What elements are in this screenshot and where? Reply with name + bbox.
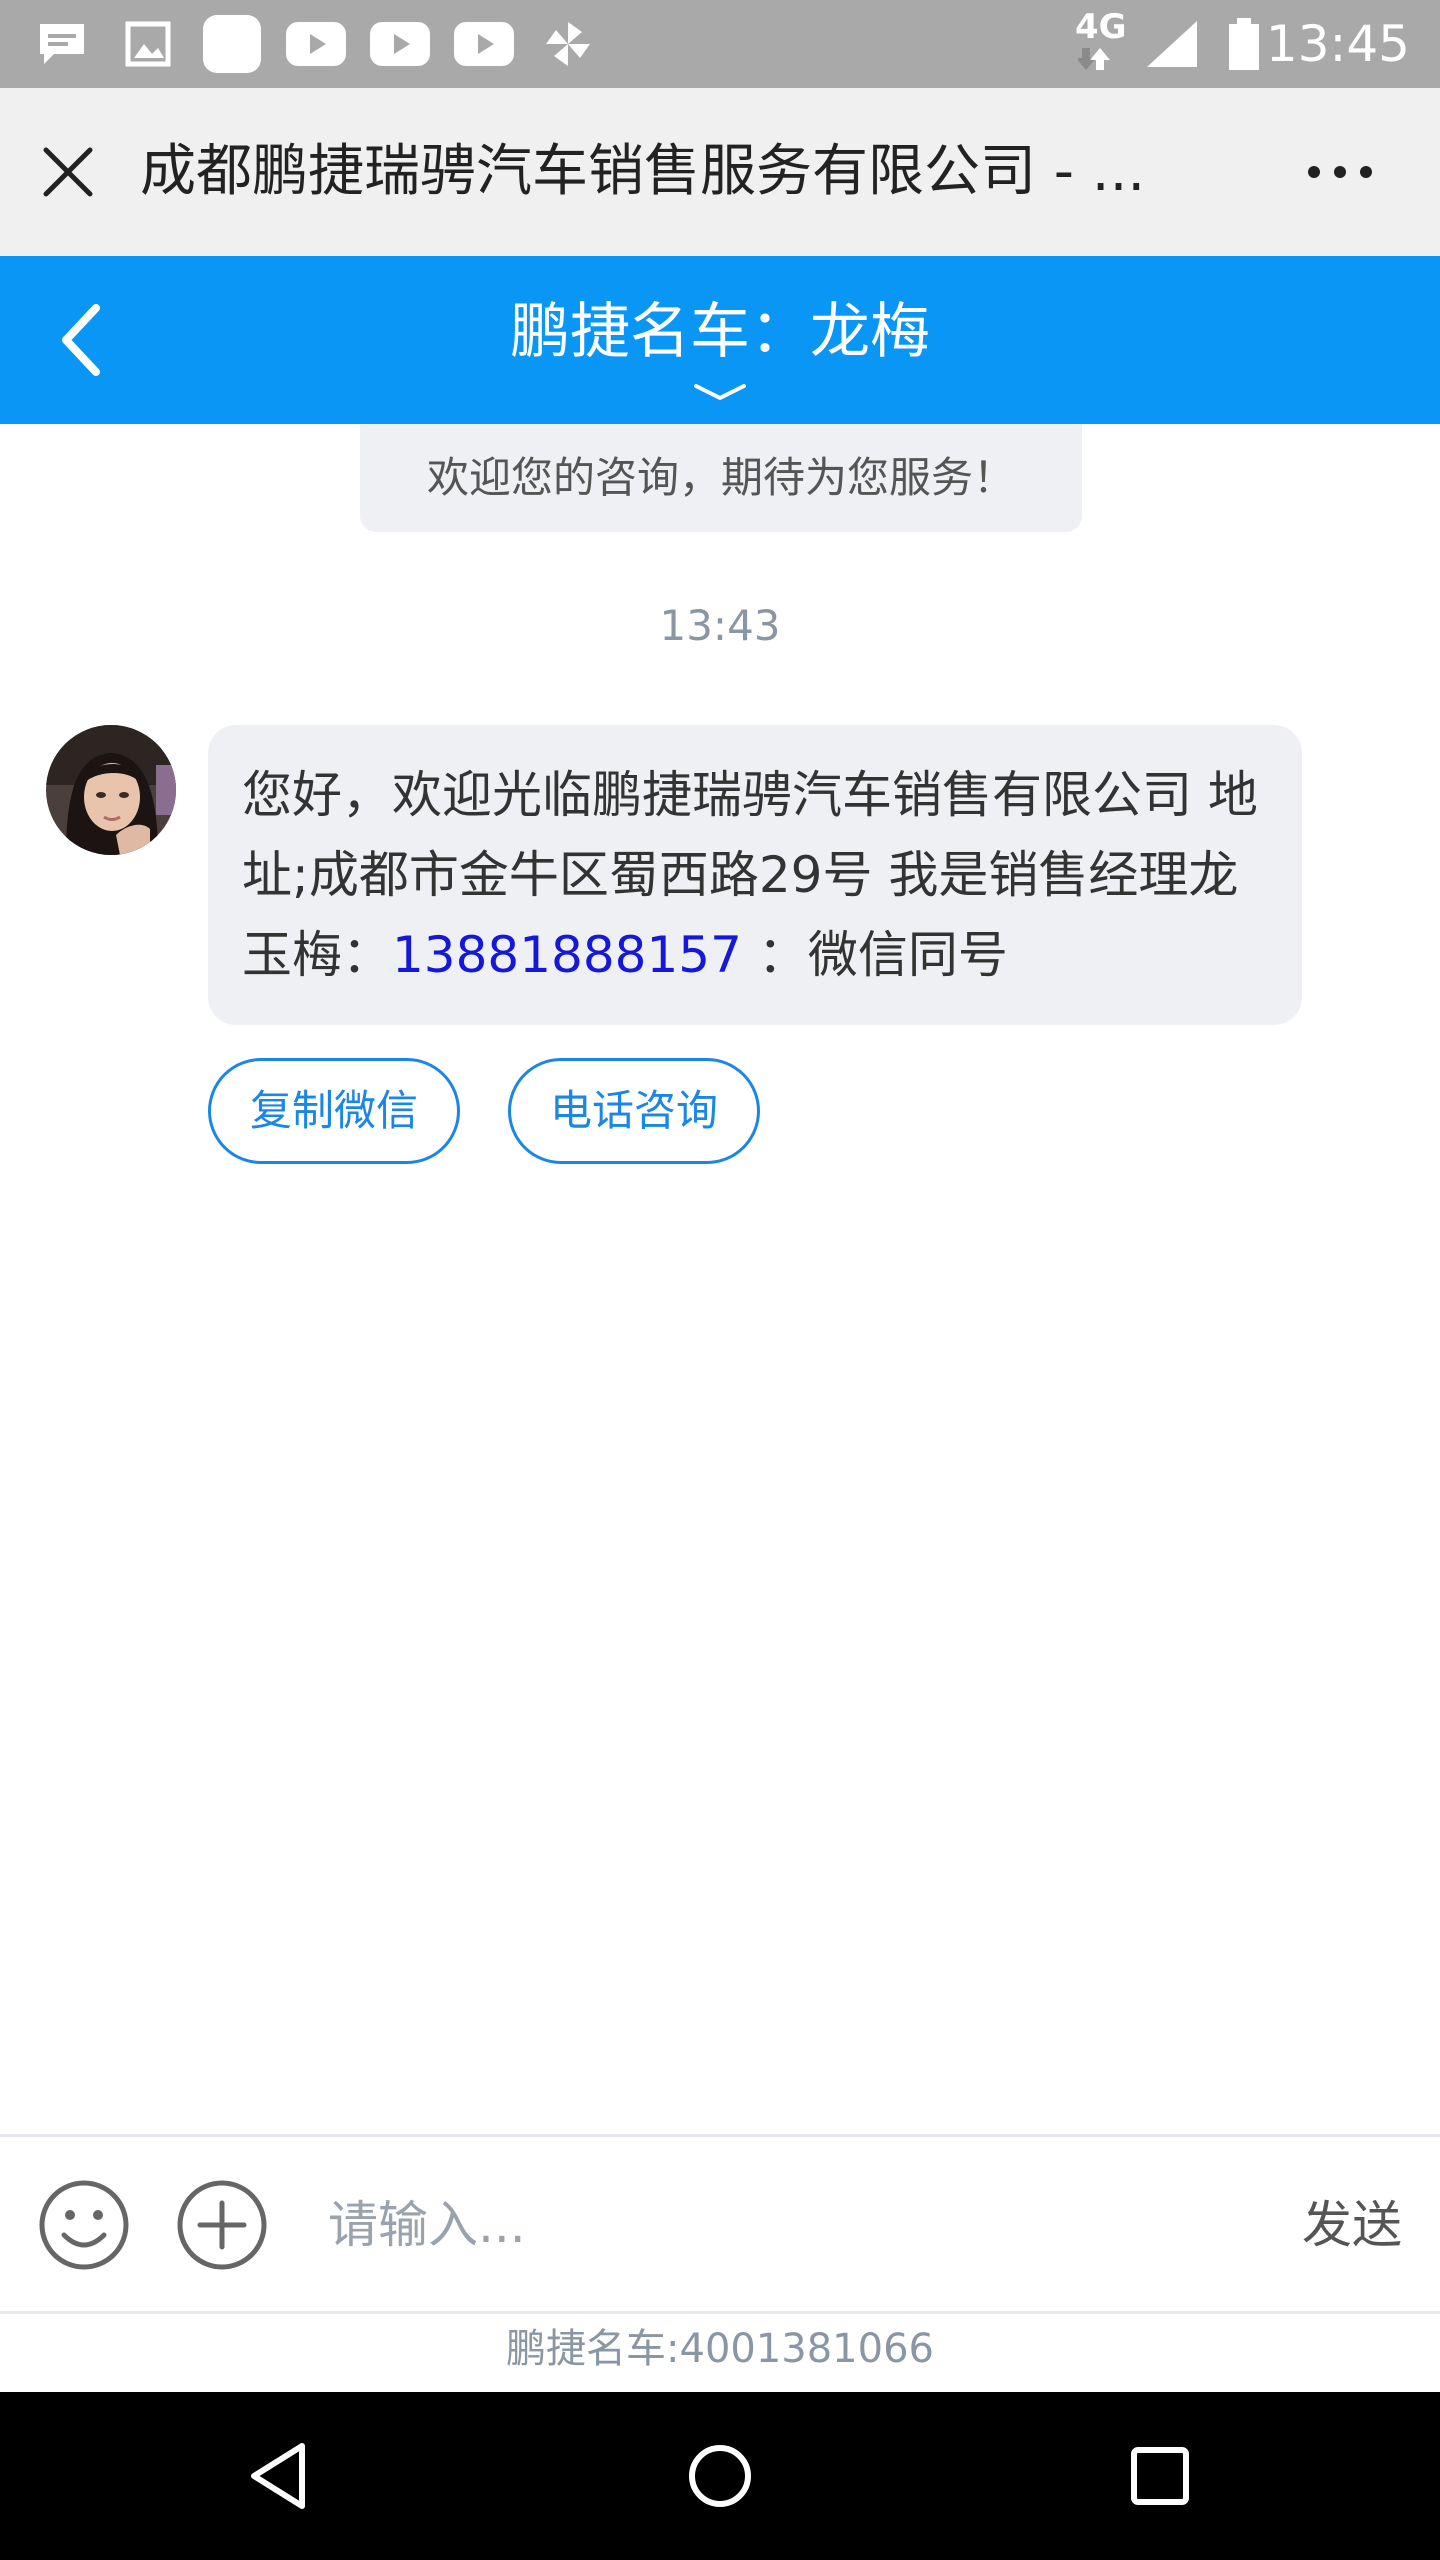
emoji-icon [39,2180,129,2270]
chat-header: 鹏捷名车：龙梅 [0,256,1440,424]
close-icon [43,147,93,197]
nav-recents-button[interactable] [1120,2436,1200,2516]
circle-home-icon [689,2445,751,2507]
message-input-bar: 发送 [0,2134,1440,2314]
close-button[interactable] [36,140,100,204]
status-bar: 4G 13:45 [0,0,1440,88]
youtube-icon [370,20,430,68]
phone-number-link[interactable]: 13881888157 [392,926,742,984]
app-icon [202,15,262,73]
chevron-down-icon[interactable] [690,380,750,404]
welcome-notice: 欢迎您的咨询，期待为您服务！ [360,424,1082,532]
youtube-icon [454,20,514,68]
add-attachment-button[interactable] [174,2177,270,2273]
more-options-button[interactable] [1300,148,1380,196]
plus-circle-icon [177,2180,267,2270]
status-time: 13:45 [1265,15,1410,73]
message-input[interactable] [326,2179,1230,2271]
data-arrows-icon [1076,46,1116,72]
pinwheel-icon [540,20,596,68]
browser-title: 成都鹏捷瑞骋汽车销售服务有限公司 - ... [140,139,1146,204]
message-text-suffix: ：微信同号 [741,926,1008,984]
message-icon [34,20,90,68]
signal-icon [1144,20,1200,68]
image-icon [120,20,176,68]
nav-home-button[interactable] [680,2436,760,2516]
battery-icon [1226,18,1262,70]
hotline-footer: 鹏捷名车:4001381066 [506,2326,934,2372]
more-dots-icon [1308,166,1372,178]
system-navigation-bar [0,2392,1440,2560]
chat-title[interactable]: 鹏捷名车：龙梅 [0,296,1440,368]
square-recents-icon [1131,2447,1189,2505]
triangle-back-icon [251,2443,305,2509]
network-type: 4G [1075,7,1127,47]
phone-consult-button[interactable]: 电话咨询 [508,1058,760,1164]
nav-back-button[interactable] [240,2436,320,2516]
send-button[interactable]: 发送 [1302,2185,1402,2265]
youtube-icon [286,20,346,68]
browser-header: 成都鹏捷瑞骋汽车销售服务有限公司 - ... [0,88,1440,256]
avatar[interactable] [46,725,176,855]
message-bubble: 您好，欢迎光临鹏捷瑞骋汽车销售有限公司 地址;成都市金牛区蜀西路29号 我是销售… [208,725,1302,1025]
agent-avatar-image [46,725,176,855]
message-timestamp: 13:43 [659,601,781,650]
emoji-button[interactable] [36,2177,132,2273]
copy-wechat-button[interactable]: 复制微信 [208,1058,460,1164]
